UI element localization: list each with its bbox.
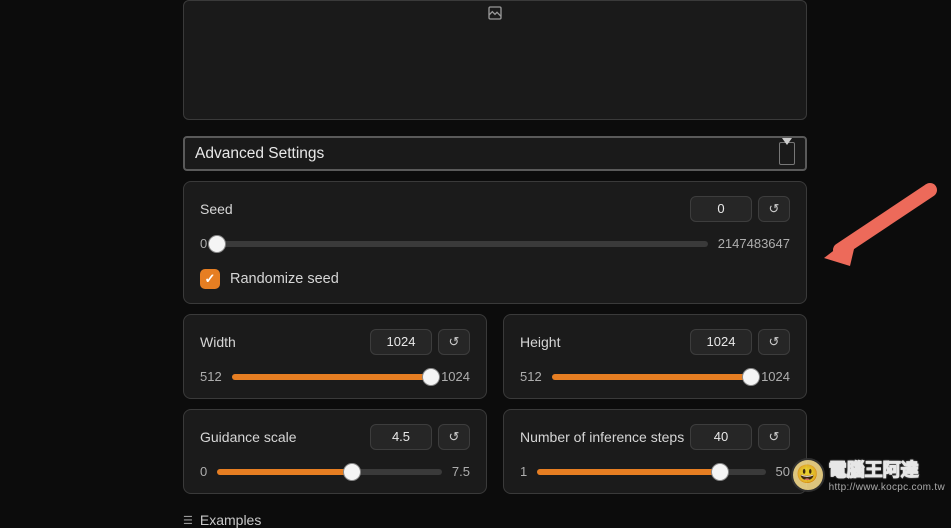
list-icon: ☰: [183, 514, 192, 527]
guidance-min: 0: [200, 464, 207, 479]
width-label: Width: [200, 334, 236, 350]
steps-max: 50: [776, 464, 790, 479]
height-slider[interactable]: [552, 374, 751, 380]
height-value-input[interactable]: 1024: [690, 329, 752, 355]
seed-slider-thumb[interactable]: [208, 235, 226, 253]
height-min: 512: [520, 369, 542, 384]
check-icon: ✓: [205, 271, 216, 287]
reset-icon: ↺: [769, 334, 780, 350]
height-slider-thumb[interactable]: [742, 368, 760, 386]
annotation-arrow: [820, 180, 940, 270]
watermark: 😃 電腦王阿達 http://www.kocpc.com.tw: [791, 456, 945, 493]
guidance-slider-thumb[interactable]: [343, 463, 361, 481]
height-label: Height: [520, 334, 560, 350]
steps-slider-thumb[interactable]: [711, 463, 729, 481]
width-reset-button[interactable]: ↺: [438, 329, 470, 355]
width-value-input[interactable]: 1024: [370, 329, 432, 355]
examples-label: Examples: [200, 512, 261, 528]
steps-reset-button[interactable]: ↺: [758, 424, 790, 450]
randomize-seed-label: Randomize seed: [230, 271, 339, 287]
steps-value-input[interactable]: 40: [690, 424, 752, 450]
width-panel: Width 1024 ↺ 512 1024: [183, 314, 487, 399]
guidance-label: Guidance scale: [200, 429, 297, 445]
watermark-url: http://www.kocpc.com.tw: [829, 482, 945, 493]
seed-label: Seed: [200, 201, 233, 217]
seed-panel: Seed 0 ↺ 0 2147483647 ✓ Randomize seed: [183, 181, 807, 304]
guidance-panel: Guidance scale 4.5 ↺ 0 7.5: [183, 409, 487, 494]
watermark-logo-icon: 😃: [791, 458, 825, 492]
width-slider[interactable]: [232, 374, 431, 380]
reset-icon: ↺: [449, 429, 460, 445]
steps-slider[interactable]: [537, 469, 765, 475]
steps-label: Number of inference steps: [520, 429, 684, 445]
seed-reset-button[interactable]: ↺: [758, 196, 790, 222]
seed-slider[interactable]: [217, 241, 707, 247]
guidance-reset-button[interactable]: ↺: [438, 424, 470, 450]
advanced-settings-toggle[interactable]: Advanced Settings: [183, 136, 807, 171]
reset-icon: ↺: [769, 201, 780, 217]
chevron-down-icon: [779, 142, 795, 165]
watermark-title: 電腦王阿達: [829, 456, 945, 482]
width-max: 1024: [441, 369, 470, 384]
width-slider-thumb[interactable]: [422, 368, 440, 386]
examples-section[interactable]: ☰ Examples: [183, 512, 807, 528]
randomize-seed-checkbox[interactable]: ✓: [200, 269, 220, 289]
seed-value-input[interactable]: 0: [690, 196, 752, 222]
guidance-max: 7.5: [452, 464, 470, 479]
steps-min: 1: [520, 464, 527, 479]
advanced-settings-label: Advanced Settings: [195, 145, 324, 163]
guidance-value-input[interactable]: 4.5: [370, 424, 432, 450]
reset-icon: ↺: [449, 334, 460, 350]
height-panel: Height 1024 ↺ 512 1024: [503, 314, 807, 399]
seed-max: 2147483647: [718, 236, 790, 251]
image-placeholder-icon: [487, 5, 503, 26]
reset-icon: ↺: [769, 429, 780, 445]
image-output-area: [183, 0, 807, 120]
height-max: 1024: [761, 369, 790, 384]
guidance-slider[interactable]: [217, 469, 442, 475]
height-reset-button[interactable]: ↺: [758, 329, 790, 355]
seed-min: 0: [200, 236, 207, 251]
steps-panel: Number of inference steps 40 ↺ 1 50: [503, 409, 807, 494]
width-min: 512: [200, 369, 222, 384]
